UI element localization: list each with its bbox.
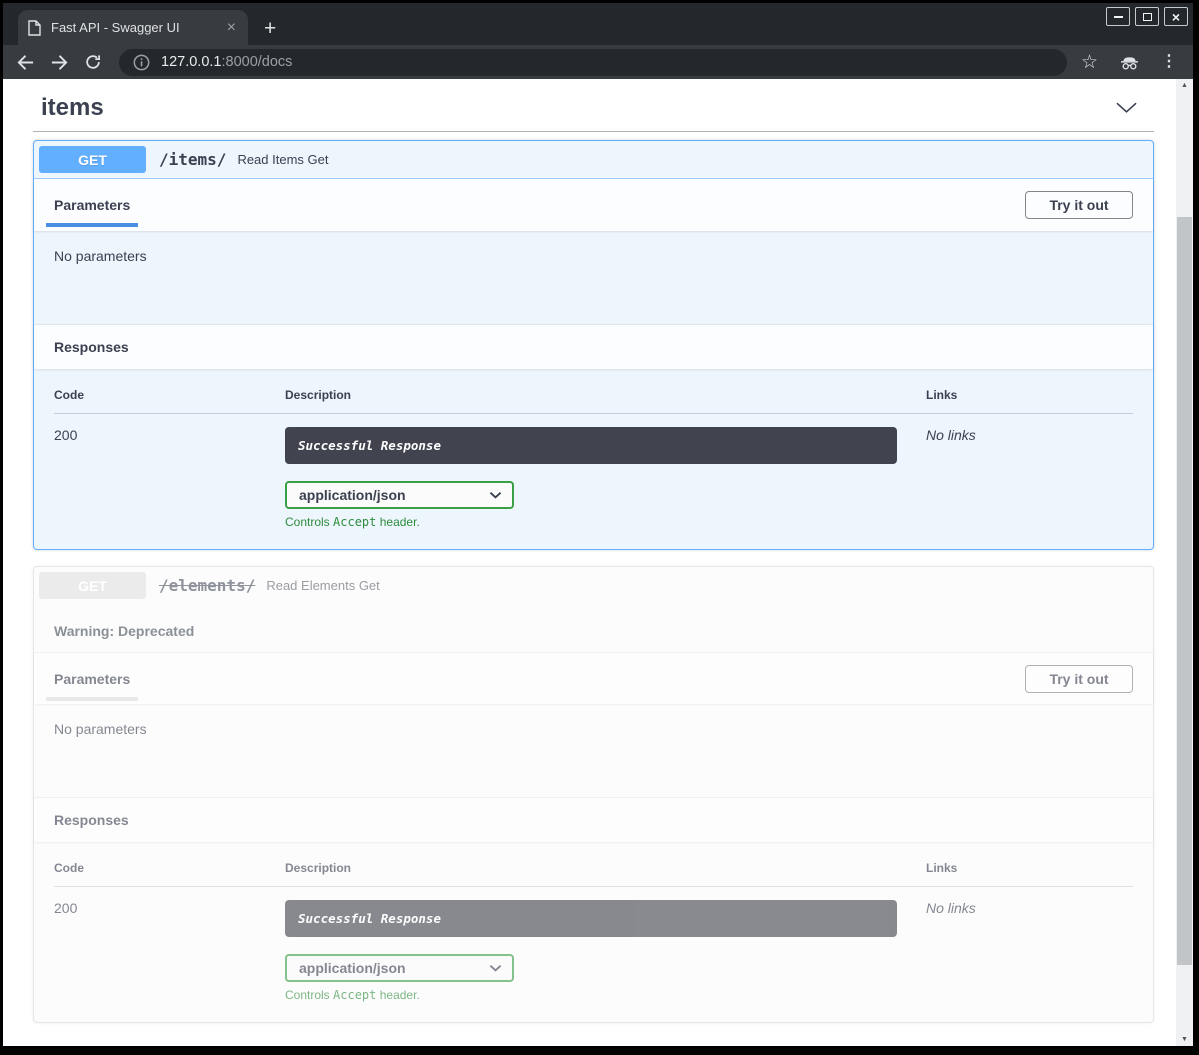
media-type-select[interactable]: application/json bbox=[285, 481, 514, 509]
maximize-icon bbox=[1143, 13, 1152, 21]
url-host: 127.0.0.1 bbox=[161, 54, 221, 70]
no-parameters-text: No parameters bbox=[54, 248, 147, 264]
links-column-header: Links bbox=[926, 388, 1133, 402]
minimize-icon bbox=[1114, 16, 1123, 18]
tab-close-icon[interactable]: × bbox=[225, 20, 238, 36]
parameters-tab: Parameters bbox=[54, 671, 130, 687]
forward-button[interactable] bbox=[49, 52, 69, 72]
scroll-up-icon[interactable]: ▲ bbox=[1176, 82, 1193, 89]
tab-strip: Fast API - Swagger UI × + × bbox=[3, 3, 1193, 45]
reload-button[interactable] bbox=[83, 52, 103, 72]
responses-title: Responses bbox=[54, 339, 129, 355]
endpoint-summary-elements[interactable]: GET /elements/ Read Elements Get bbox=[34, 567, 1153, 604]
parameters-header: Parameters Try it out bbox=[34, 179, 1153, 231]
maximize-button[interactable] bbox=[1135, 7, 1159, 26]
page-scrollbar[interactable]: ▲ ▼ bbox=[1176, 79, 1193, 1046]
url-path: :8000/docs bbox=[221, 54, 292, 70]
media-type-value: application/json bbox=[299, 960, 406, 976]
try-it-out-button[interactable]: Try it out bbox=[1025, 191, 1133, 219]
responses-table-header: Code Description Links bbox=[54, 861, 1133, 887]
responses-header: Responses bbox=[34, 797, 1153, 842]
incognito-icon bbox=[1119, 55, 1140, 70]
code-column-header: Code bbox=[54, 388, 285, 402]
swagger-page: items GET /items/ Read Items Get bbox=[3, 79, 1176, 1046]
responses-title: Responses bbox=[54, 812, 129, 828]
method-badge: GET bbox=[39, 146, 146, 173]
links-column-header: Links bbox=[926, 861, 1133, 875]
toolbar-actions: ☆ ⋮ bbox=[1081, 53, 1177, 72]
parameters-tab: Parameters bbox=[54, 197, 130, 213]
parameters-body: No parameters bbox=[34, 231, 1153, 324]
browser-toolbar: 127.0.0.1:8000/docs ☆ ⋮ bbox=[3, 45, 1193, 79]
select-chevron-down-icon bbox=[489, 491, 502, 499]
endpoint-path: /items/ bbox=[159, 150, 226, 169]
method-badge: GET bbox=[39, 572, 146, 599]
close-icon: × bbox=[1172, 10, 1180, 24]
controls-accept-note: Controls Accept header. bbox=[285, 988, 926, 1002]
media-type-value: application/json bbox=[299, 487, 406, 503]
media-type-select[interactable]: application/json bbox=[285, 954, 514, 982]
response-links: No links bbox=[926, 427, 1133, 529]
browser-menu-icon[interactable]: ⋮ bbox=[1161, 54, 1177, 70]
response-code: 200 bbox=[54, 427, 285, 529]
responses-header: Responses bbox=[34, 324, 1153, 369]
no-parameters-text: No parameters bbox=[54, 721, 147, 737]
parameters-header: Parameters Try it out bbox=[34, 652, 1153, 704]
endpoint-summary-items[interactable]: GET /items/ Read Items Get bbox=[34, 141, 1153, 179]
select-chevron-down-icon bbox=[489, 964, 502, 972]
opblock-get-items: GET /items/ Read Items Get Parameters Tr… bbox=[33, 140, 1154, 550]
code-column-header: Code bbox=[54, 861, 285, 875]
browser-tab[interactable]: Fast API - Swagger UI × bbox=[18, 10, 248, 45]
tab-title: Fast API - Swagger UI bbox=[51, 20, 225, 35]
responses-body: Code Description Links 200 Successful Re… bbox=[34, 842, 1153, 1022]
new-tab-button[interactable]: + bbox=[264, 19, 276, 39]
minimize-button[interactable] bbox=[1106, 7, 1130, 26]
endpoint-summary-text: Read Elements Get bbox=[266, 578, 379, 593]
bookmark-star-icon[interactable]: ☆ bbox=[1081, 53, 1098, 72]
responses-body: Code Description Links 200 Successful Re… bbox=[34, 369, 1153, 549]
collapse-section-chevron-icon[interactable] bbox=[1115, 101, 1138, 114]
page-favicon-icon bbox=[28, 20, 41, 36]
scroll-down-icon[interactable]: ▼ bbox=[1176, 1036, 1193, 1043]
response-row: 200 Successful Response application/json bbox=[54, 887, 1133, 1002]
try-it-out-button[interactable]: Try it out bbox=[1025, 665, 1133, 693]
controls-accept-note: Controls Accept header. bbox=[285, 515, 926, 529]
tag-title[interactable]: items bbox=[41, 94, 104, 122]
opblock-get-elements-deprecated: GET /elements/ Read Elements Get Warning… bbox=[33, 566, 1154, 1023]
tag-section-header: items bbox=[3, 88, 1176, 124]
response-description: Successful Response bbox=[285, 900, 897, 937]
close-window-button[interactable]: × bbox=[1164, 7, 1188, 26]
browser-window: Fast API - Swagger UI × + × 127.0.0.1:80… bbox=[3, 3, 1193, 1046]
endpoint-summary-text: Read Items Get bbox=[237, 152, 328, 167]
page-viewport: items GET /items/ Read Items Get bbox=[3, 79, 1193, 1046]
description-column-header: Description bbox=[285, 861, 926, 875]
deprecated-warning: Warning: Deprecated bbox=[34, 604, 1153, 652]
endpoint-path: /elements/ bbox=[159, 576, 255, 595]
response-row: 200 Successful Response application/json bbox=[54, 414, 1133, 529]
url-bar[interactable]: 127.0.0.1:8000/docs bbox=[119, 49, 1067, 76]
window-controls: × bbox=[1106, 7, 1188, 26]
response-code: 200 bbox=[54, 900, 285, 1002]
site-info-icon[interactable] bbox=[133, 54, 150, 71]
responses-table-header: Code Description Links bbox=[54, 388, 1133, 414]
description-column-header: Description bbox=[285, 388, 926, 402]
back-button[interactable] bbox=[15, 52, 35, 72]
scrollbar-thumb[interactable] bbox=[1177, 217, 1192, 965]
response-description: Successful Response bbox=[285, 427, 897, 464]
section-divider bbox=[33, 131, 1154, 132]
parameters-body: No parameters bbox=[34, 704, 1153, 797]
response-links: No links bbox=[926, 900, 1133, 1002]
